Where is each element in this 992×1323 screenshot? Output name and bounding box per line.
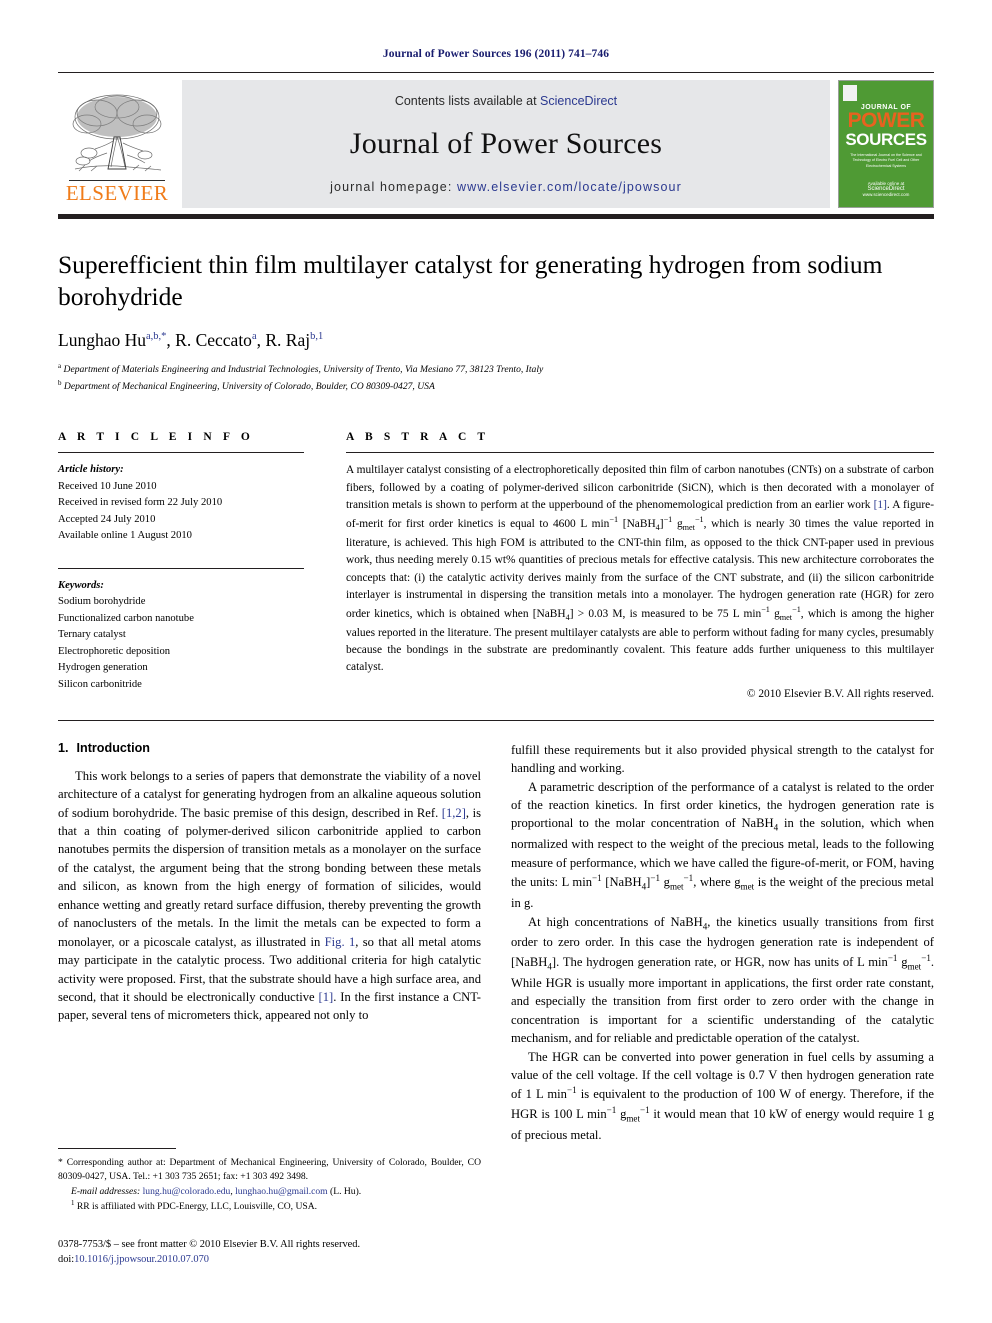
masthead-bottom-rule bbox=[58, 214, 934, 219]
body-column-left: 1. Introduction This work belongs to a se… bbox=[58, 741, 481, 1145]
keywords-label: Keywords: bbox=[58, 579, 104, 591]
journal-homepage-line: journal homepage: www.elsevier.com/locat… bbox=[330, 180, 682, 194]
elsevier-wordmark: ELSEVIER bbox=[65, 181, 169, 205]
journal-title: Journal of Power Sources bbox=[349, 127, 663, 160]
paragraph: A parametric description of the performa… bbox=[511, 779, 934, 911]
article-page: Journal of Power Sources 196 (2011) 741–… bbox=[0, 0, 992, 1323]
journal-cover-thumbnail: JOURNAL OF POWER SOURCES The Internation… bbox=[838, 80, 934, 208]
keyword-item: Electrophoretic deposition bbox=[58, 645, 171, 657]
abstract-column: A B S T R A C T A multilayer catalyst co… bbox=[346, 431, 935, 700]
history-item: Accepted 24 July 2010 bbox=[58, 513, 156, 525]
cover-line-3: SOURCES bbox=[845, 129, 927, 149]
elsevier-logo: ELSEVIER bbox=[58, 80, 176, 208]
keyword-item: Hydrogen generation bbox=[58, 662, 148, 674]
history-item: Received in revised form 22 July 2010 bbox=[58, 497, 223, 509]
history-item: Available online 1 August 2010 bbox=[58, 530, 192, 542]
abstract-rule bbox=[346, 452, 934, 454]
keyword-item: Functionalized carbon nanotube bbox=[58, 612, 194, 624]
abstract-copyright: © 2010 Elsevier B.V. All rights reserved… bbox=[746, 687, 934, 700]
keywords-block: Keywords: Sodium borohydride Functionali… bbox=[58, 578, 304, 694]
journal-banner: Contents lists available at ScienceDirec… bbox=[182, 80, 830, 208]
keyword-item: Silicon carbonitride bbox=[58, 678, 142, 690]
cover-line-2: POWER bbox=[847, 109, 925, 132]
cover-corner-logo bbox=[843, 85, 857, 101]
section-number: 1. bbox=[58, 740, 69, 755]
article-info-rule bbox=[58, 452, 304, 454]
running-head: Journal of Power Sources 196 (2011) 741–… bbox=[382, 48, 610, 60]
keyword-item: Ternary catalyst bbox=[58, 629, 126, 641]
abstract-text: A multilayer catalyst consisting of a el… bbox=[346, 464, 935, 674]
affiliation-mark-b: b bbox=[58, 379, 62, 388]
info-abstract-row: A R T I C L E I N F O Article history: R… bbox=[58, 431, 935, 700]
affiliation-b: b Department of Mechanical Engineering, … bbox=[58, 378, 934, 395]
article-history-block: Article history: Received 10 June 2010 R… bbox=[58, 462, 304, 545]
affiliation-footnote: 1 RR is affiliated with PDC-Energy, LLC,… bbox=[71, 1200, 318, 1213]
history-item: Received 10 June 2010 bbox=[58, 480, 157, 492]
issn-line: 0378-7753/$ – see front matter © 2010 El… bbox=[58, 1238, 361, 1250]
contents-prefix: Contents lists available at bbox=[394, 94, 541, 108]
paragraph: The HGR can be converted into power gene… bbox=[511, 1049, 934, 1143]
homepage-url[interactable]: www.elsevier.com/locate/jpowsour bbox=[457, 180, 682, 194]
paragraph: fulfill these requirements but it also p… bbox=[511, 742, 934, 776]
affiliation-a: a Department of Materials Engineering an… bbox=[58, 361, 934, 378]
body-columns: 1. Introduction This work belongs to a se… bbox=[58, 741, 934, 1145]
affiliation-mark-a: a bbox=[58, 362, 62, 371]
section-title: Introduction bbox=[76, 740, 150, 755]
cover-subtitle: The International Journal on the Science… bbox=[850, 152, 922, 168]
contents-lists-line: Contents lists available at ScienceDirec… bbox=[395, 94, 617, 108]
author-list: Lunghao Hua,b,*, R. Ceccatoa, R. Rajb,1 bbox=[58, 330, 324, 351]
journal-masthead: ELSEVIER Contents lists available at Sci… bbox=[58, 80, 934, 208]
keywords-rule bbox=[58, 567, 304, 569]
abstract-bottom-rule bbox=[58, 719, 934, 721]
corresponding-author-note: * Corresponding author at: Department of… bbox=[58, 1157, 481, 1183]
footnote-rule bbox=[58, 1148, 176, 1150]
article-info-heading: A R T I C L E I N F O bbox=[58, 431, 254, 444]
paragraph: This work belongs to a series of papers … bbox=[58, 768, 482, 1023]
homepage-label: journal homepage: bbox=[330, 180, 453, 194]
top-rule bbox=[58, 72, 934, 73]
email-addresses-note: E-mail addresses: lung.hu@colorado.edu, … bbox=[71, 1185, 362, 1197]
keyword-item: Sodium borohydride bbox=[58, 596, 146, 608]
footnote-block: * Corresponding author at: Department of… bbox=[58, 1148, 481, 1268]
affiliation-a-text: Department of Materials Engineering and … bbox=[63, 364, 544, 376]
affiliation-b-text: Department of Mechanical Engineering, Un… bbox=[63, 381, 435, 393]
article-info-column: A R T I C L E I N F O Article history: R… bbox=[58, 431, 304, 699]
sciencedirect-link[interactable]: ScienceDirect bbox=[540, 94, 617, 108]
affiliations: a Department of Materials Engineering an… bbox=[58, 361, 934, 395]
elsevier-tree-icon bbox=[72, 94, 162, 172]
section-heading-introduction: 1. Introduction bbox=[58, 741, 481, 755]
cover-footer-url: www.sciencedirect.com bbox=[862, 192, 910, 197]
paragraph: At high concentrations of NaBH4, the kin… bbox=[511, 914, 935, 1046]
body-column-right: fulfill these requirements but it also p… bbox=[511, 741, 934, 1145]
article-history-label: Article history: bbox=[58, 464, 124, 476]
doi-line: doi:10.1016/j.jpowsour.2010.07.070 bbox=[58, 1254, 209, 1266]
cover-footer: Available online at ScienceDirect www.sc… bbox=[839, 181, 933, 197]
abstract-heading: A B S T R A C T bbox=[346, 431, 490, 444]
page-title: Superefficient thin film multilayer cata… bbox=[58, 250, 883, 311]
issn-block: 0378-7753/$ – see front matter © 2010 El… bbox=[58, 1237, 481, 1268]
